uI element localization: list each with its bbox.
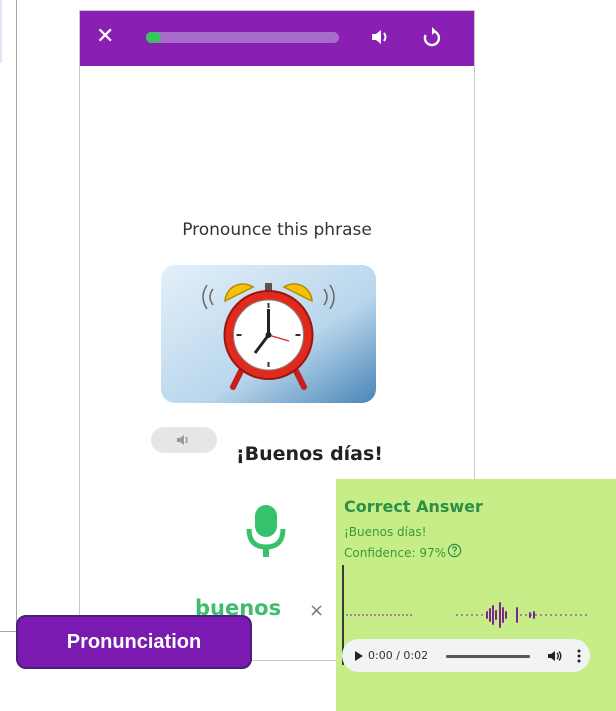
speaker-icon[interactable]: [369, 26, 391, 48]
pronunciation-label: Pronunciation: [16, 615, 252, 669]
left-panel-accent: [0, 0, 2, 63]
answer-title: Correct Answer: [344, 497, 483, 516]
more-options-icon[interactable]: [577, 649, 581, 663]
restart-icon[interactable]: [421, 26, 443, 48]
audio-time: 0:00 / 0:02: [368, 649, 429, 662]
play-icon[interactable]: [354, 650, 364, 662]
answer-phrase: ¡Buenos días!: [344, 525, 427, 539]
speaker-icon: [177, 435, 188, 445]
lesson-topbar: ✕: [80, 11, 474, 66]
confidence-score: Confidence: 97%: [344, 546, 446, 560]
audio-seek-bar[interactable]: [446, 655, 530, 658]
microphone-icon[interactable]: [242, 501, 290, 561]
help-icon[interactable]: [447, 543, 462, 558]
audio-waveform: [346, 602, 589, 628]
audio-player: 0:00 / 0:02: [342, 639, 590, 672]
progress-bar: [146, 32, 339, 43]
prompt-text: Pronounce this phrase: [182, 220, 372, 240]
correct-answer-panel: Correct Answer ¡Buenos días! Confidence:…: [336, 479, 616, 711]
volume-icon[interactable]: [547, 649, 563, 663]
clear-transcript-button[interactable]: ×: [309, 600, 324, 621]
alarm-clock-illustration: [161, 265, 376, 403]
target-phrase: ¡Buenos días!: [236, 443, 383, 465]
close-icon[interactable]: ✕: [96, 23, 114, 51]
progress-fill: [146, 32, 162, 43]
left-panel-border: [0, 0, 17, 632]
play-phrase-button[interactable]: [151, 427, 217, 453]
